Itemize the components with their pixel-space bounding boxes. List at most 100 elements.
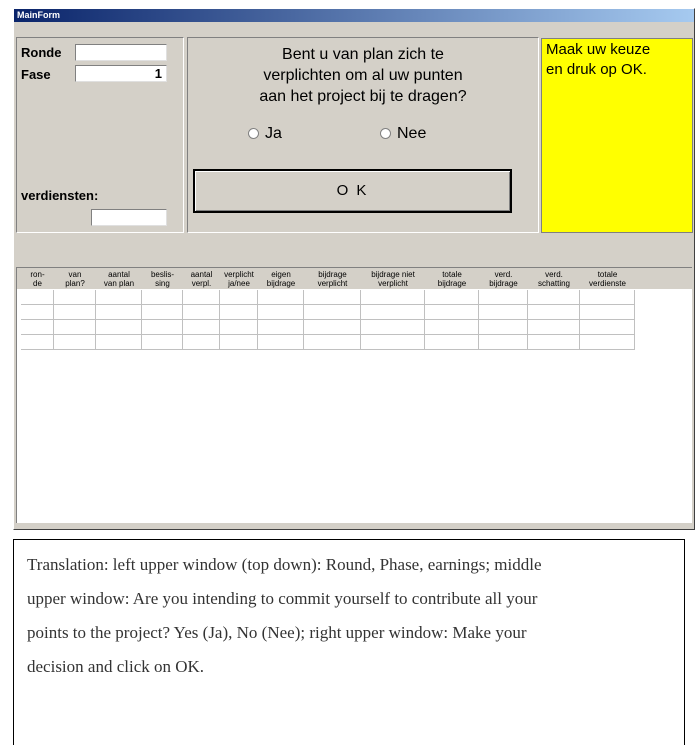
grid-cell[interactable] [21, 335, 54, 350]
instruction-panel: Maak uw keuze en druk op OK. [541, 38, 693, 233]
grid-cell[interactable] [142, 290, 183, 305]
grid-cell[interactable] [304, 335, 361, 350]
ronde-label: Ronde [21, 45, 62, 60]
column-header-text: verdienste [589, 279, 626, 288]
caption-line: points to the project? Yes (Ja), No (Nee… [27, 623, 527, 642]
column-header-text: bijdrage niet [371, 270, 415, 279]
grid-cell[interactable] [528, 290, 580, 305]
column-header-text: verd. [545, 270, 563, 279]
column-header[interactable]: verd. schatting [528, 268, 580, 289]
ronde-field[interactable] [75, 44, 167, 61]
translation-caption: Translation: left upper window (top down… [13, 539, 685, 745]
grid-cell[interactable] [21, 320, 54, 335]
column-header-text: verd. [494, 270, 513, 279]
column-header-text: sing [155, 279, 170, 288]
column-header[interactable]: beslis-sing [142, 268, 183, 289]
grid-cell[interactable] [304, 290, 361, 305]
grid-cell[interactable] [96, 320, 142, 335]
grid-cell[interactable] [361, 320, 425, 335]
grid-cell[interactable] [361, 305, 425, 320]
question-line: verplichten om al uw punten [263, 67, 463, 84]
column-header-text: eigen [271, 270, 291, 279]
column-header[interactable]: eigen bijdrage [258, 268, 304, 289]
grid-cell[interactable] [54, 320, 96, 335]
grid-cell[interactable] [258, 305, 304, 320]
verdiensten-field[interactable] [91, 209, 167, 226]
grid-cell[interactable] [220, 335, 258, 350]
grid-cell[interactable] [142, 335, 183, 350]
results-grid[interactable]: ron-de van plan? aantal van plan beslis-sing a… [16, 267, 692, 523]
column-header-text: totale [597, 270, 618, 279]
verdiensten-label: verdiensten: [21, 188, 99, 203]
main-form-window: MainForm Ronde Fase 1 verdiensten: Bent … [13, 8, 695, 530]
column-header-text: bijdrage [318, 270, 347, 279]
grid-cell[interactable] [258, 290, 304, 305]
column-header[interactable]: ron-de [21, 268, 54, 289]
grid-cell[interactable] [425, 290, 479, 305]
grid-cell[interactable] [96, 335, 142, 350]
column-header[interactable]: bijdrage verplicht [304, 268, 361, 289]
grid-cell[interactable] [304, 320, 361, 335]
column-header-text: van [68, 270, 82, 279]
grid-cell[interactable] [183, 335, 220, 350]
grid-cell[interactable] [528, 320, 580, 335]
grid-cell[interactable] [528, 335, 580, 350]
grid-cell[interactable] [258, 335, 304, 350]
grid-cell[interactable] [96, 290, 142, 305]
column-header[interactable]: verplicht ja/nee [220, 268, 258, 289]
radio-yes-label: Ja [265, 125, 282, 142]
grid-cell[interactable] [479, 290, 528, 305]
grid-cell[interactable] [580, 320, 635, 335]
grid-cell[interactable] [580, 290, 635, 305]
grid-cell[interactable] [21, 290, 54, 305]
column-header-text: schatting [537, 279, 571, 288]
grid-cell[interactable] [479, 320, 528, 335]
fase-label: Fase [21, 67, 51, 82]
radio-no[interactable]: Nee [380, 125, 426, 143]
grid-cell[interactable] [425, 335, 479, 350]
ok-button[interactable]: O K [193, 169, 512, 213]
column-header-text: aantal [108, 270, 130, 279]
grid-cell[interactable] [361, 290, 425, 305]
grid-cell[interactable] [258, 320, 304, 335]
grid-cell[interactable] [580, 335, 635, 350]
grid-cell[interactable] [425, 320, 479, 335]
column-header-text: bijdrage [266, 279, 296, 288]
grid-cell[interactable] [220, 305, 258, 320]
column-header[interactable]: totale bijdrage [425, 268, 479, 289]
radio-yes[interactable]: Ja [248, 125, 282, 143]
grid-cell[interactable] [528, 305, 580, 320]
grid-cell[interactable] [580, 305, 635, 320]
grid-cell[interactable] [21, 305, 54, 320]
grid-cell[interactable] [54, 335, 96, 350]
grid-cell[interactable] [54, 305, 96, 320]
column-header[interactable]: aantal van plan [96, 268, 142, 289]
grid-cell[interactable] [96, 305, 142, 320]
grid-cell[interactable] [425, 305, 479, 320]
column-header-text: verplicht [378, 279, 408, 288]
column-header[interactable]: aantal verpl. [183, 268, 220, 289]
column-header-text: bijdrage [437, 279, 467, 288]
column-header[interactable]: totale verdienste [580, 268, 635, 289]
column-header[interactable]: van plan? [54, 268, 96, 289]
grid-cell[interactable] [183, 320, 220, 335]
column-header-text: aantal [190, 270, 213, 279]
grid-cell[interactable] [183, 305, 220, 320]
grid-cell[interactable] [479, 305, 528, 320]
grid-cell[interactable] [479, 335, 528, 350]
grid-cell[interactable] [220, 320, 258, 335]
grid-cell[interactable] [220, 290, 258, 305]
grid-cell[interactable] [183, 290, 220, 305]
radio-button-yes[interactable] [248, 128, 259, 140]
question-line: aan het project bij te dragen? [259, 88, 467, 105]
radio-button-no[interactable] [380, 128, 391, 140]
grid-cell[interactable] [54, 290, 96, 305]
grid-cell[interactable] [142, 320, 183, 335]
grid-cell[interactable] [304, 305, 361, 320]
column-header[interactable]: verd. bijdrage [479, 268, 528, 289]
column-header-text: ja/nee [228, 279, 250, 288]
fase-field[interactable]: 1 [75, 65, 167, 82]
grid-cell[interactable] [361, 335, 425, 350]
column-header[interactable]: bijdrage niet verplicht [361, 268, 425, 289]
grid-cell[interactable] [142, 305, 183, 320]
